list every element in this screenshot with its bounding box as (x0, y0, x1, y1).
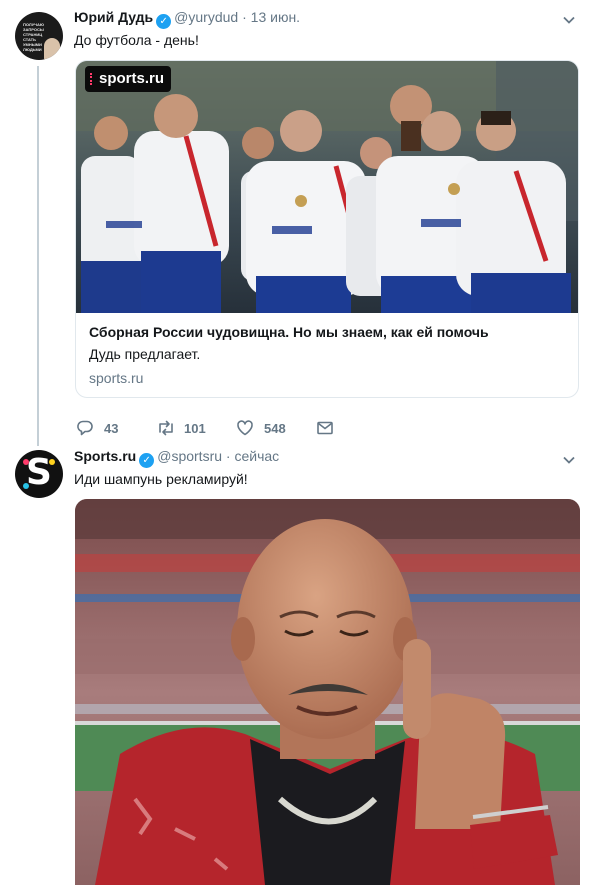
tweet-text: Иди шампунь рекламируй! (74, 471, 248, 487)
tweet-media-image[interactable] (75, 499, 580, 885)
chevron-down-icon[interactable] (563, 14, 575, 26)
reply-count: 43 (104, 421, 119, 436)
avatar[interactable]: S (15, 450, 63, 498)
verified-badge-icon: ✓ (156, 14, 172, 29)
chevron-down-icon[interactable] (563, 454, 575, 466)
sports-logo-icon (90, 73, 95, 85)
avatar[interactable]: ПОЛУЧАЮ ЗАПРОСЫ СТРАНИЦ СТАТЬ УМНЫМИ ЛЮД… (15, 12, 63, 60)
retweet-icon (159, 420, 173, 436)
tweet-header: Юрий Дудь ✓ @yurydud · 13 июн. (74, 8, 300, 29)
card-image: sports.ru (76, 61, 578, 313)
thread-line (37, 66, 39, 446)
reply-icon (77, 420, 93, 436)
card-body: Сборная России чудовищна. Но мы знаем, к… (89, 323, 569, 387)
message-icon (317, 421, 333, 435)
tweet-actions: 43 101 548 (76, 418, 376, 438)
logo-dot (49, 459, 55, 465)
logo-dot (23, 483, 29, 489)
logo-dot (23, 459, 29, 465)
card-logo-text: sports.ru (99, 70, 165, 87)
separator: · (225, 448, 231, 464)
card-title: Сборная России чудовищна. Но мы знаем, к… (89, 324, 489, 340)
author-handle[interactable]: @yurydud (174, 9, 238, 25)
verified-badge-icon: ✓ (139, 453, 155, 468)
card-domain: sports.ru (89, 370, 144, 386)
avatar-face (44, 38, 60, 60)
tweet-time[interactable]: сейчас (234, 448, 279, 464)
avatar-letter: S (26, 452, 52, 493)
like-icon (237, 420, 253, 436)
card-description: Дудь предлагает. (89, 346, 201, 362)
author-handle[interactable]: @sportsru (157, 448, 222, 464)
tweet-header: Sports.ru ✓ @sportsru · сейчас (74, 447, 279, 468)
card-logo: sports.ru (85, 66, 172, 92)
tweet-time[interactable]: 13 июн. (251, 9, 300, 25)
retweet-count: 101 (184, 421, 206, 436)
tweet-text: До футбола - день! (74, 32, 199, 48)
author-name[interactable]: Юрий Дудь (74, 9, 153, 25)
link-card[interactable]: sports.ru Сборная России чудовищна. Но м… (75, 60, 579, 398)
author-name[interactable]: Sports.ru (74, 448, 136, 464)
like-count: 548 (264, 421, 286, 436)
separator: · (242, 9, 247, 25)
